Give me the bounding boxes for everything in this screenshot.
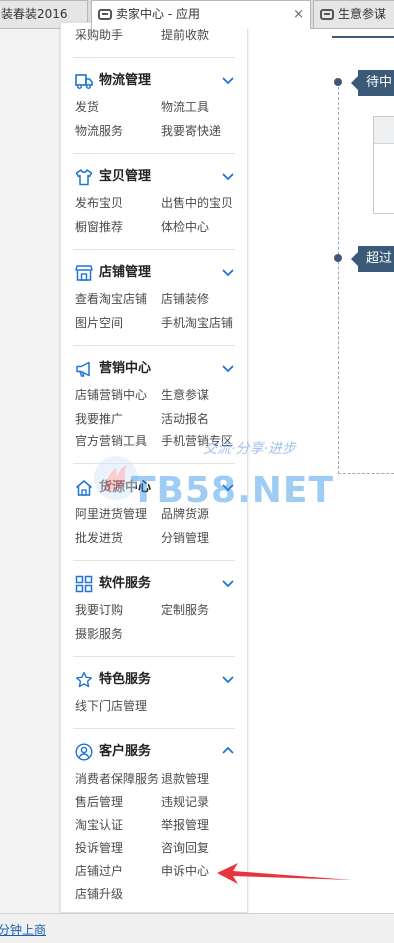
divider xyxy=(73,57,235,58)
shirt-icon xyxy=(75,169,93,186)
menu-link[interactable]: 出售中的宝贝 xyxy=(161,195,233,211)
timeline-tag: 超过 xyxy=(351,246,394,272)
megaphone-icon xyxy=(76,361,90,377)
menu-link[interactable]: 发货 xyxy=(75,99,99,115)
menu-link[interactable]: 生意参谋 xyxy=(161,387,209,403)
seller-sidebar-menu: 采购助手 提前收款 物流管理 发货 物流工具 物流服务 我要寄快递 宝贝管理 发… xyxy=(60,22,248,913)
timeline-card xyxy=(373,116,394,214)
tab-title: 装春装2016 xyxy=(1,7,68,21)
group-title-featured[interactable]: 特色服务 xyxy=(99,671,151,689)
red-arrow-annotation xyxy=(217,863,352,884)
divider xyxy=(73,345,235,346)
menu-link[interactable]: 分销管理 xyxy=(161,530,209,546)
tab-title: 卖家中心 - 应用 xyxy=(116,7,200,21)
group-title-marketing[interactable]: 营销中心 xyxy=(99,360,151,378)
menu-link[interactable]: 手机淘宝店铺 xyxy=(161,315,233,331)
menu-link[interactable]: 定制服务 xyxy=(161,602,209,618)
group-title-customer-service[interactable]: 客户服务 xyxy=(99,743,151,761)
menu-link[interactable]: 体检中心 xyxy=(161,219,209,235)
menu-link[interactable]: 物流服务 xyxy=(75,123,123,139)
timeline-bottom-rule xyxy=(338,473,394,474)
menu-link[interactable]: 咨询回复 xyxy=(161,840,209,856)
user-icon xyxy=(75,743,93,761)
timeline-tag: 待中 xyxy=(351,70,394,96)
browser-tab-active[interactable]: 卖家中心 - 应用 × xyxy=(91,0,311,29)
divider xyxy=(73,463,235,464)
menu-link[interactable]: 物流工具 xyxy=(161,99,209,115)
menu-link[interactable]: 采购助手 xyxy=(75,27,123,43)
menu-link[interactable]: 官方营销工具 xyxy=(75,433,147,449)
group-title-software[interactable]: 软件服务 xyxy=(99,575,151,593)
divider xyxy=(73,728,235,729)
menu-link[interactable]: 淘宝认证 xyxy=(75,817,123,833)
menu-link[interactable]: 店铺过户 xyxy=(75,863,123,879)
timeline-dot xyxy=(334,254,342,262)
watermark-slogan: 交流·分享·进步 xyxy=(203,441,296,457)
timeline-tag-label: 超过 xyxy=(366,251,393,266)
group-title-logistics[interactable]: 物流管理 xyxy=(99,72,151,90)
divider xyxy=(73,656,235,657)
menu-link-appeal-center[interactable]: 申诉中心 xyxy=(161,863,209,879)
chevron-down-icon[interactable] xyxy=(221,672,235,686)
menu-link[interactable]: 发布宝贝 xyxy=(75,195,123,211)
menu-link[interactable]: 活动报名 xyxy=(161,411,209,427)
chevron-up-icon[interactable] xyxy=(221,744,235,758)
menu-link[interactable]: 消费者保障服务 xyxy=(75,771,159,787)
group-title-items[interactable]: 宝贝管理 xyxy=(99,168,151,186)
menu-link[interactable]: 线下门店管理 xyxy=(75,698,147,714)
menu-link[interactable]: 店铺营销中心 xyxy=(75,387,147,403)
tab-favicon-icon xyxy=(98,9,112,20)
store-icon xyxy=(75,265,93,281)
close-icon[interactable]: × xyxy=(293,1,304,28)
menu-link[interactable]: 违规记录 xyxy=(161,794,209,810)
chevron-down-icon[interactable] xyxy=(221,169,235,183)
divider xyxy=(73,249,235,250)
timeline-line xyxy=(338,82,339,474)
menu-link[interactable]: 批发进货 xyxy=(75,530,123,546)
menu-link[interactable]: 我要推广 xyxy=(75,411,123,427)
watermark-text: TB58.NET xyxy=(131,470,335,511)
tab-title: 生意参谋 xyxy=(338,7,387,21)
menu-link[interactable]: 店铺升级 xyxy=(75,886,123,902)
status-bar: 分钟上商 xyxy=(0,913,394,943)
menu-link[interactable]: 举报管理 xyxy=(161,817,209,833)
menu-link[interactable]: 投诉管理 xyxy=(75,840,123,856)
timeline-dot xyxy=(334,78,342,86)
menu-link[interactable]: 我要订购 xyxy=(75,602,123,618)
timeline-tag-label: 待中 xyxy=(366,75,393,90)
chevron-down-icon[interactable] xyxy=(221,265,235,279)
group-title-store[interactable]: 店铺管理 xyxy=(99,264,151,282)
timeline-card-header xyxy=(374,117,394,144)
content-top-rule xyxy=(332,36,394,38)
chevron-down-icon[interactable] xyxy=(221,73,235,87)
menu-link[interactable]: 查看淘宝店铺 xyxy=(75,291,147,307)
menu-link[interactable]: 提前收款 xyxy=(161,27,209,43)
house-icon xyxy=(75,480,93,496)
menu-link[interactable]: 售后管理 xyxy=(75,794,123,810)
menu-link[interactable]: 图片空间 xyxy=(75,315,123,331)
menu-link[interactable]: 我要寄快递 xyxy=(161,123,221,139)
menu-link[interactable]: 橱窗推荐 xyxy=(75,219,123,235)
chevron-down-icon[interactable] xyxy=(221,576,235,590)
browser-tab[interactable]: 生意参谋 xyxy=(313,0,394,28)
tab-favicon-icon xyxy=(320,9,334,20)
menu-link[interactable]: 退款管理 xyxy=(161,771,209,787)
truck-icon xyxy=(75,74,93,89)
chevron-down-icon[interactable] xyxy=(221,361,235,375)
divider xyxy=(73,153,235,154)
divider xyxy=(73,560,235,561)
status-bar-link[interactable]: 分钟上商 xyxy=(0,921,46,938)
grid-icon xyxy=(75,575,93,593)
menu-link[interactable]: 摄影服务 xyxy=(75,626,123,642)
star-icon xyxy=(75,671,93,688)
menu-link[interactable]: 店铺装修 xyxy=(161,291,209,307)
